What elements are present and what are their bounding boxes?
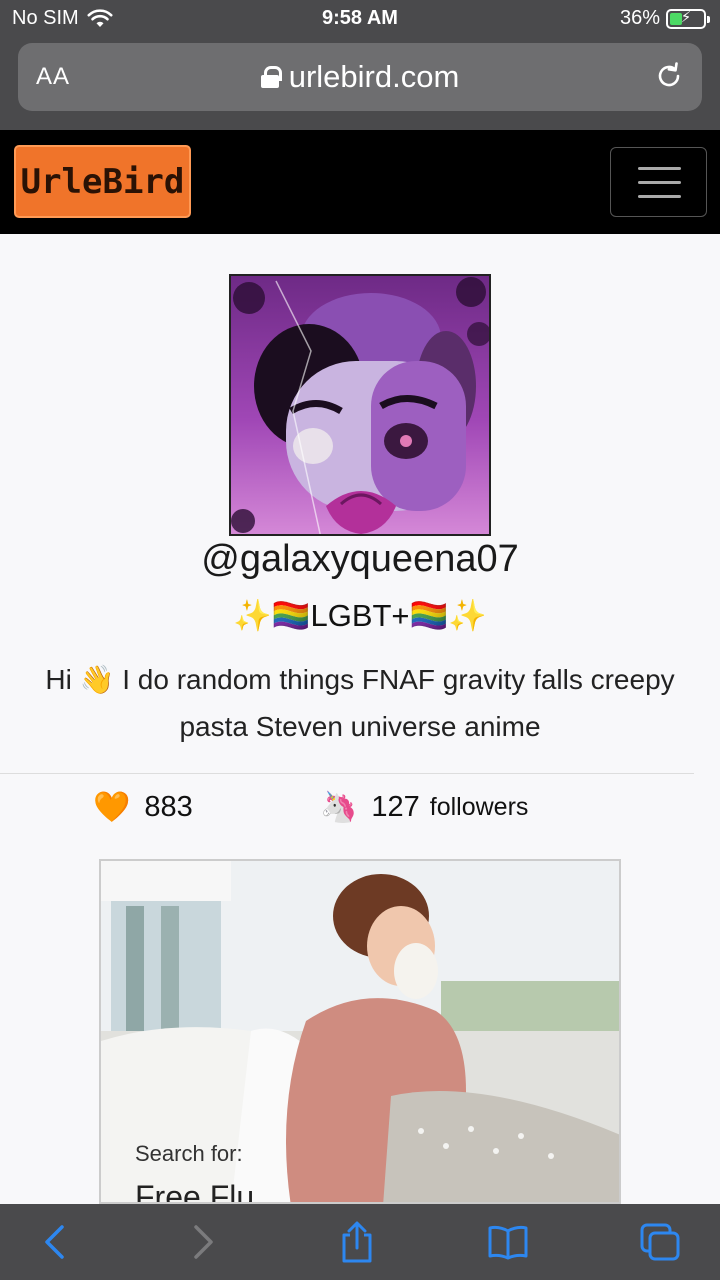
profile-bio: Hi 👋 I do random things FNAF gravity fal… bbox=[45, 664, 675, 742]
lock-icon bbox=[260, 66, 282, 88]
ad-headline: Free Flu bbox=[135, 1179, 255, 1204]
status-bar: No SIM 9:58 AM 36% ⚡ bbox=[0, 0, 720, 40]
advertisement[interactable]: Search for: Free Flu bbox=[99, 859, 621, 1204]
followers-stat: 🦄 127 followers bbox=[320, 790, 528, 825]
status-right: 36% ⚡ bbox=[619, 7, 710, 30]
ad-search-label: Search for: bbox=[135, 1141, 243, 1166]
url-display[interactable]: urlebird.com bbox=[18, 59, 702, 95]
forward-button[interactable] bbox=[182, 1220, 226, 1264]
book-icon bbox=[488, 1225, 528, 1260]
menu-bar bbox=[638, 167, 681, 170]
share-icon bbox=[342, 1221, 372, 1263]
battery-percent: 36% bbox=[619, 7, 660, 29]
profile-username: @galaxyqueena07 bbox=[201, 538, 519, 580]
reload-icon bbox=[658, 62, 680, 87]
likes-stat: 🧡 883 bbox=[93, 790, 193, 825]
browser-toolbar bbox=[0, 1204, 720, 1280]
heart-icon: 🧡 bbox=[93, 791, 131, 824]
site-header: UrleBird bbox=[0, 130, 720, 234]
site-logo[interactable]: UrleBird bbox=[14, 145, 191, 218]
address-bar[interactable]: AA urlebird.com bbox=[18, 43, 702, 111]
unicorn-icon: 🦄 bbox=[320, 791, 358, 824]
likes-count: 883 bbox=[144, 791, 193, 823]
profile-tagline: ✨🏳️‍🌈LGBT+🏳️‍🌈✨ bbox=[233, 598, 487, 633]
clock: 9:58 AM bbox=[322, 7, 398, 29]
back-icon bbox=[45, 1225, 64, 1259]
menu-bar bbox=[638, 195, 681, 198]
tabs-icon bbox=[640, 1223, 680, 1261]
menu-bar bbox=[638, 181, 681, 184]
browser-chrome: AA urlebird.com bbox=[0, 40, 720, 130]
battery-icon: ⚡ bbox=[666, 8, 710, 29]
profile-avatar bbox=[229, 274, 491, 536]
menu-button[interactable] bbox=[610, 147, 707, 217]
avatar-illustration bbox=[231, 276, 489, 534]
share-button[interactable] bbox=[335, 1220, 379, 1264]
forward-icon bbox=[194, 1225, 213, 1259]
charging-icon: ⚡ bbox=[680, 8, 692, 26]
followers-count: 127 bbox=[371, 791, 420, 823]
reload-button[interactable] bbox=[654, 61, 684, 99]
tabs-button[interactable] bbox=[638, 1220, 682, 1264]
followers-label: followers bbox=[429, 793, 529, 821]
back-button[interactable] bbox=[32, 1220, 76, 1264]
bookmarks-button[interactable] bbox=[486, 1220, 530, 1264]
url-text: urlebird.com bbox=[288, 59, 460, 94]
divider bbox=[0, 773, 694, 774]
